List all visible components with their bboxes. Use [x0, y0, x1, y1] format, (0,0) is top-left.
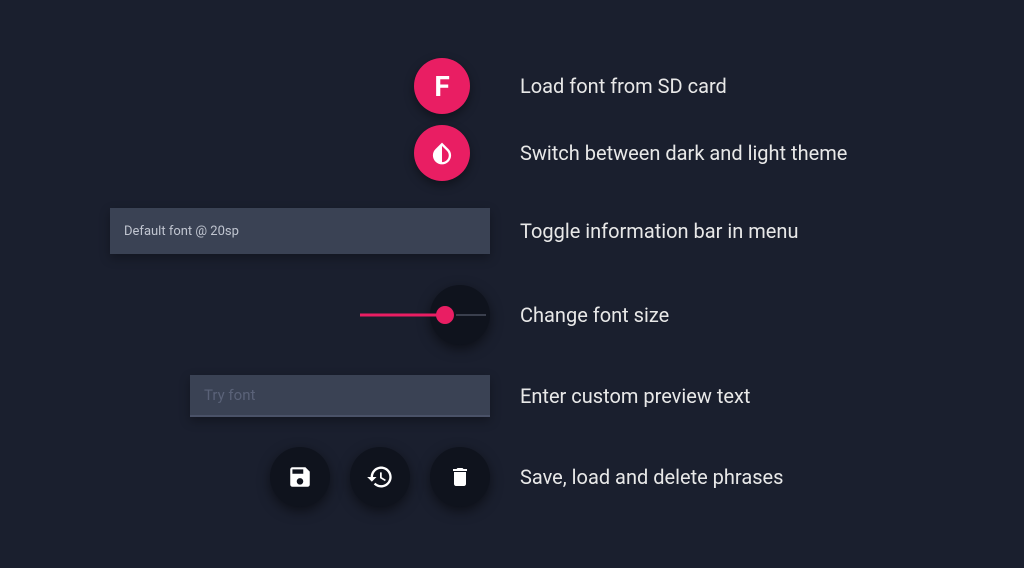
- preview-placeholder: Try font: [204, 386, 255, 404]
- load-phrase-button[interactable]: [350, 447, 410, 507]
- font-size-label: Change font size: [520, 273, 1024, 357]
- phrase-buttons-group: [270, 447, 490, 507]
- font-icon: F: [434, 70, 449, 103]
- slider-track-active: [360, 314, 442, 317]
- theme-label: Switch between dark and light theme: [520, 117, 1024, 189]
- theme-toggle-button[interactable]: [414, 125, 470, 181]
- preview-text-input[interactable]: Try font: [190, 375, 490, 417]
- settings-help-overlay: F Default font @ 20sp: [0, 0, 1024, 519]
- save-phrase-button[interactable]: [270, 447, 330, 507]
- delete-phrase-button[interactable]: [430, 447, 490, 507]
- info-bar-display[interactable]: Default font @ 20sp: [110, 208, 490, 254]
- phrases-label: Save, load and delete phrases: [520, 435, 1024, 519]
- slider-track-inactive: [456, 314, 486, 316]
- load-font-button[interactable]: F: [414, 58, 470, 114]
- slider-thumb[interactable]: [436, 306, 454, 324]
- controls-column: F Default font @ 20sp: [0, 55, 490, 519]
- save-icon: [287, 464, 313, 490]
- trash-icon: [448, 465, 472, 489]
- invert-colors-icon: [428, 139, 456, 167]
- load-font-label: Load font from SD card: [520, 55, 1024, 117]
- history-icon: [366, 463, 394, 491]
- info-bar-text: Default font @ 20sp: [124, 224, 239, 239]
- info-bar-label: Toggle information bar in menu: [520, 189, 1024, 273]
- labels-column: Load font from SD card Switch between da…: [520, 55, 1024, 519]
- font-size-slider[interactable]: [360, 285, 490, 345]
- preview-label: Enter custom preview text: [520, 357, 1024, 435]
